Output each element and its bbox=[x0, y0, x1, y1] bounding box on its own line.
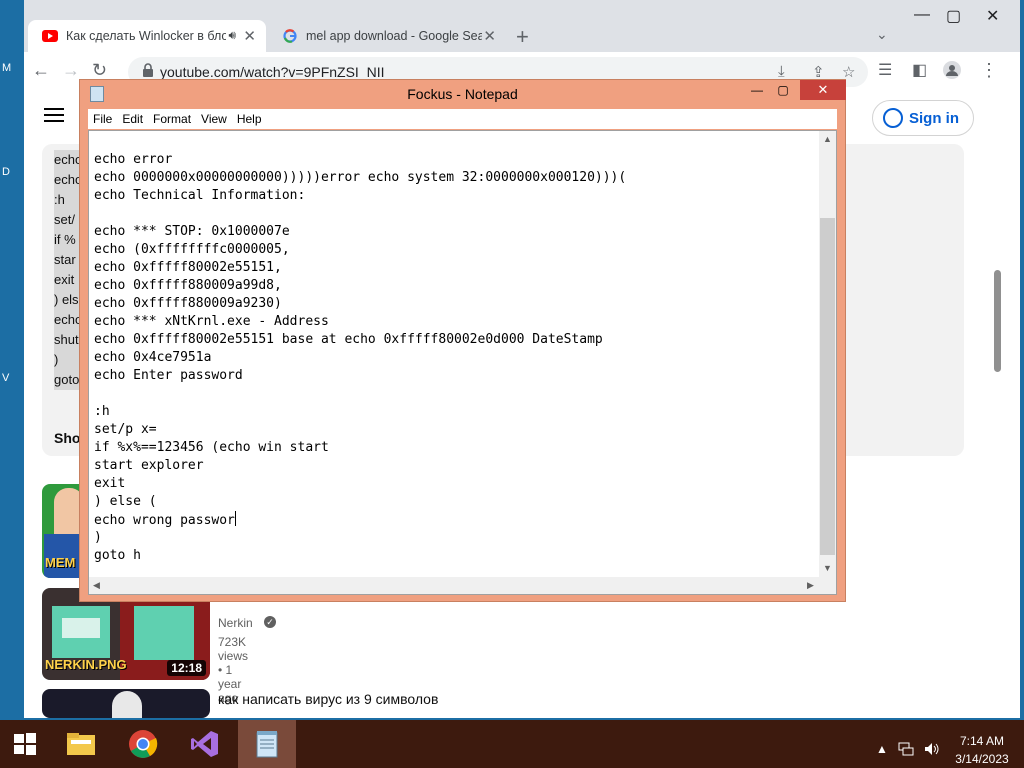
menu-view[interactable]: View bbox=[196, 109, 232, 126]
horizontal-scrollbar[interactable]: ◀ ▶ bbox=[89, 577, 820, 594]
hamburger-menu-icon[interactable] bbox=[44, 108, 64, 122]
thumbnail-caption: MEM bbox=[45, 555, 76, 570]
notepad-text-line[interactable]: echo *** xNtKrnl.exe - Address bbox=[94, 313, 814, 331]
scroll-left-icon[interactable]: ◀ bbox=[93, 580, 100, 591]
notepad-text[interactable]: echo error echo 0000000x00000000000)))))e… bbox=[94, 151, 814, 565]
verified-icon: ✓ bbox=[264, 616, 276, 628]
video-title[interactable]: как написать вирус из 9 символов bbox=[218, 691, 438, 707]
sign-in-label: Sign in bbox=[909, 109, 959, 127]
desktop-icon-label[interactable]: V bbox=[2, 372, 9, 384]
notepad-text-line[interactable]: :h bbox=[94, 403, 814, 421]
notepad-text-line[interactable]: exit bbox=[94, 475, 814, 493]
visual-studio-icon[interactable] bbox=[180, 720, 230, 768]
install-icon[interactable]: ⤓ bbox=[778, 63, 785, 80]
taskbar: ▲ 7:14 AM 3/14/2023 bbox=[0, 720, 1024, 768]
channel-name[interactable]: Nerkin bbox=[218, 616, 253, 630]
google-icon bbox=[282, 28, 298, 44]
video-thumbnail[interactable] bbox=[42, 689, 210, 718]
notepad-text-line[interactable]: echo (0xffffffffc0000005, bbox=[94, 241, 814, 259]
file-explorer-icon[interactable] bbox=[56, 720, 106, 768]
notepad-text-line[interactable]: echo Technical Information: bbox=[94, 187, 814, 205]
maximize-icon[interactable]: ▢ bbox=[770, 81, 796, 99]
menu-help[interactable]: Help bbox=[232, 109, 267, 126]
scrollbar-thumb[interactable] bbox=[820, 218, 835, 555]
thumbnail-caption: NERKIN.PNG bbox=[45, 657, 127, 672]
tab-google[interactable]: mel app download - Google Sea ✕ bbox=[268, 20, 506, 52]
desktop-icon-label[interactable]: M bbox=[2, 62, 11, 74]
notepad-text-line[interactable]: goto h bbox=[94, 547, 814, 565]
notepad-text-line[interactable]: echo 0xfffff880009a99d8, bbox=[94, 277, 814, 295]
close-window-icon[interactable]: ✕ bbox=[986, 6, 999, 26]
desktop-icon-label[interactable]: D bbox=[2, 166, 10, 178]
sign-in-button[interactable]: Sign in bbox=[872, 100, 974, 136]
notepad-text-line[interactable]: ) bbox=[94, 529, 814, 547]
notepad-title: Fockus - Notepad bbox=[407, 86, 518, 102]
speaker-icon[interactable]: 🔊︎ bbox=[228, 28, 236, 43]
minimize-icon[interactable]: — bbox=[914, 6, 930, 24]
volume-icon[interactable] bbox=[924, 742, 940, 759]
notepad-titlebar[interactable]: Fockus - Notepad — ▢ ✕ bbox=[80, 80, 846, 108]
vertical-scrollbar[interactable]: ▲ ▼ bbox=[819, 131, 836, 578]
video-duration: 12:18 bbox=[167, 660, 206, 676]
tab-youtube[interactable]: Как сделать Winlocker в бло 🔊︎ ✕ bbox=[28, 20, 266, 52]
minimize-icon[interactable]: — bbox=[744, 81, 770, 99]
notepad-text-area[interactable]: echo error echo 0000000x00000000000)))))e… bbox=[88, 130, 837, 595]
scroll-down-icon[interactable]: ▼ bbox=[823, 563, 832, 573]
notepad-text-line[interactable]: echo *** STOP: 0x1000007e bbox=[94, 223, 814, 241]
scroll-up-icon[interactable]: ▲ bbox=[823, 134, 832, 144]
notepad-text-line[interactable]: echo 0x4ce7951a bbox=[94, 349, 814, 367]
scroll-right-icon[interactable]: ▶ bbox=[807, 580, 814, 591]
maximize-icon[interactable]: ▢ bbox=[946, 6, 961, 26]
reload-icon[interactable]: ↻ bbox=[92, 60, 107, 81]
scrollbar-corner bbox=[819, 577, 836, 594]
forward-icon[interactable]: → bbox=[62, 60, 80, 81]
lock-icon bbox=[143, 63, 153, 77]
profile-icon[interactable] bbox=[942, 60, 962, 85]
tab-title: Как сделать Winlocker в бло bbox=[66, 29, 226, 43]
notepad-text-line[interactable]: start explorer bbox=[94, 457, 814, 475]
tab-search-icon[interactable]: ⌄ bbox=[876, 26, 888, 43]
notepad-icon[interactable] bbox=[238, 720, 296, 768]
notepad-text-line[interactable]: if %x%==123456 (echo win start bbox=[94, 439, 814, 457]
close-tab-icon[interactable]: ✕ bbox=[243, 27, 256, 45]
notepad-text-line[interactable]: echo error bbox=[94, 151, 814, 169]
clock-date[interactable]: 3/14/2023 bbox=[952, 752, 1012, 766]
kebab-menu-icon[interactable]: ⋮ bbox=[980, 60, 998, 81]
side-panel-icon[interactable]: ◧ bbox=[912, 60, 927, 80]
notepad-text-line[interactable]: ) else ( bbox=[94, 493, 814, 511]
notepad-text-line[interactable]: echo 0000000x00000000000)))))error echo … bbox=[94, 169, 814, 187]
text-caret bbox=[234, 511, 236, 526]
notepad-menubar: File Edit Format View Help bbox=[88, 109, 837, 129]
notepad-window: Fockus - Notepad — ▢ ✕ File Edit Format Vie… bbox=[79, 79, 846, 602]
menu-format[interactable]: Format bbox=[148, 109, 196, 126]
close-icon[interactable]: ✕ bbox=[800, 80, 846, 100]
tab-title: mel app download - Google Sea bbox=[306, 29, 482, 43]
close-tab-icon[interactable]: ✕ bbox=[483, 27, 496, 45]
youtube-icon bbox=[42, 28, 58, 44]
account-icon bbox=[883, 108, 903, 128]
notepad-text-line[interactable]: echo Enter password bbox=[94, 367, 814, 385]
notepad-text-line[interactable]: echo 0xfffff880009a9230) bbox=[94, 295, 814, 313]
menu-edit[interactable]: Edit bbox=[117, 109, 148, 126]
notepad-text-line[interactable]: set/p x= bbox=[94, 421, 814, 439]
back-icon[interactable]: ← bbox=[32, 60, 50, 81]
menu-file[interactable]: File bbox=[88, 109, 117, 126]
start-button[interactable] bbox=[0, 720, 50, 768]
notepad-text-line[interactable]: echo 0xfffff80002e55151, bbox=[94, 259, 814, 277]
notepad-text-line[interactable] bbox=[94, 385, 814, 403]
page-scrollbar[interactable] bbox=[994, 270, 1001, 372]
tray-overflow-icon[interactable]: ▲ bbox=[876, 742, 888, 756]
show-more-link[interactable]: Sho bbox=[54, 430, 80, 446]
notepad-text-line[interactable] bbox=[94, 205, 814, 223]
new-tab-button[interactable]: + bbox=[516, 24, 529, 50]
notepad-text-line[interactable]: echo 0xfffff80002e55151 base at echo 0xf… bbox=[94, 331, 814, 349]
clock-time[interactable]: 7:14 AM bbox=[952, 734, 1012, 748]
network-icon[interactable] bbox=[898, 742, 914, 759]
tab-strip: Как сделать Winlocker в бло 🔊︎ ✕ mel app… bbox=[24, 0, 1020, 52]
notepad-text-line[interactable]: echo wrong passwor bbox=[94, 511, 814, 529]
reading-list-icon[interactable]: ☰ bbox=[878, 60, 892, 80]
chrome-icon[interactable] bbox=[118, 720, 168, 768]
url-text[interactable]: youtube.com/watch?v=9PFnZSI_NII bbox=[160, 64, 385, 80]
